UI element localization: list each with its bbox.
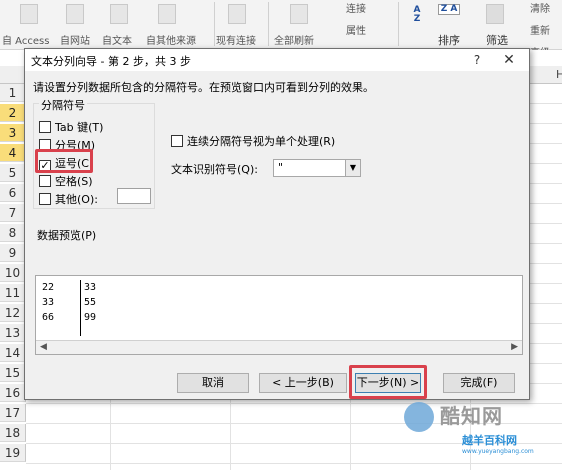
watermark-site: 越羊百科网 [462, 434, 517, 447]
ribbon-existing-connections[interactable]: 现有连接 [216, 32, 256, 47]
chevron-down-icon[interactable]: ▼ [345, 160, 360, 176]
row-header[interactable]: 5 [0, 164, 26, 182]
gridline [26, 463, 562, 464]
dialog-title: 文本分列向导 - 第 2 步，共 3 步 [31, 55, 191, 68]
checkbox-consecutive[interactable] [171, 135, 183, 147]
ribbon-toolbar: 自 Access 自网站 自文本 自其他来源 现有连接 全部刷新 连接 属性 A… [0, 0, 562, 59]
ribbon-from-access[interactable]: 自 Access [2, 32, 49, 47]
sort-ascending-icon[interactable]: A Z [410, 6, 424, 24]
ribbon-from-text[interactable]: 自文本 [102, 32, 132, 47]
existing-connections-icon[interactable] [228, 4, 246, 24]
ribbon-reapply[interactable]: 重新 [530, 22, 550, 37]
cancel-button[interactable]: 取消 [177, 373, 249, 393]
row-header[interactable]: 7 [0, 204, 26, 222]
close-button[interactable]: ✕ [497, 52, 521, 69]
dialog-instruction: 请设置分列数据所包含的分隔符号。在预览窗口内可看到分列的效果。 [33, 81, 374, 94]
refresh-all-icon[interactable] [290, 4, 308, 24]
dialog-titlebar: 文本分列向导 - 第 2 步，共 3 步 ? ✕ [25, 49, 529, 71]
ribbon-properties[interactable]: 属性 [346, 22, 366, 37]
row-header[interactable]: 9 [0, 244, 26, 262]
text-to-columns-wizard: 文本分列向导 - 第 2 步，共 3 步 ? ✕ 请设置分列数据所包含的分隔符号… [24, 48, 530, 400]
row-header[interactable]: 11 [0, 284, 26, 302]
sort-descending-icon[interactable]: Z A [438, 4, 460, 15]
column-header-h[interactable]: H [556, 68, 562, 81]
delimiter-tab[interactable]: Tab 键(T) [39, 119, 103, 135]
scroll-right-icon[interactable]: ▶ [511, 342, 518, 352]
row-header[interactable]: 3 [0, 124, 26, 142]
delimiter-space[interactable]: 空格(S) [39, 173, 93, 189]
ribbon-filter[interactable]: 筛选 [486, 32, 508, 48]
filter-icon[interactable] [486, 4, 504, 24]
help-button[interactable]: ? [467, 52, 487, 69]
row-header[interactable]: 4 [0, 144, 26, 162]
ribbon-sort[interactable]: 排序 [438, 32, 460, 48]
highlight-comma [35, 149, 93, 173]
row-header[interactable]: 8 [0, 224, 26, 242]
row-header[interactable]: 2 [0, 104, 26, 122]
row-header[interactable]: 1 [0, 84, 26, 102]
row-header[interactable]: 16 [0, 384, 26, 402]
data-preview[interactable]: 22 33 33 55 66 99 ◀ ▶ [35, 275, 523, 355]
preview-cell: 99 [84, 312, 97, 323]
preview-cell: 66 [42, 312, 55, 323]
preview-cell: 33 [84, 282, 97, 293]
preview-cell: 22 [42, 282, 55, 293]
finish-button[interactable]: 完成(F) [443, 373, 515, 393]
checkbox-other[interactable] [39, 193, 51, 205]
ribbon-other-sources[interactable]: 自其他来源 [146, 32, 196, 47]
delimiter-legend: 分隔符号 [39, 97, 87, 113]
highlight-next [349, 365, 427, 399]
text-qualifier-label: 文本识别符号(Q): [171, 163, 258, 176]
delimiter-other[interactable]: 其他(O): [39, 191, 98, 207]
text-qualifier-value: " [278, 161, 284, 174]
text-qualifier-select[interactable]: " ▼ [273, 159, 361, 177]
ribbon-refresh-all[interactable]: 全部刷新 [274, 32, 314, 47]
ribbon-connections[interactable]: 连接 [346, 0, 366, 15]
checkbox-space[interactable] [39, 175, 51, 187]
row-header[interactable]: 12 [0, 304, 26, 322]
row-header[interactable]: 10 [0, 264, 26, 282]
row-header[interactable]: 14 [0, 344, 26, 362]
row-header[interactable]: 18 [0, 424, 26, 442]
watermark-logo-icon [404, 402, 434, 432]
watermark-brand: 酷知网 [440, 404, 503, 428]
consecutive-delimiters[interactable]: 连续分隔符号视为单个处理(R) [171, 133, 335, 149]
preview-scrollbar[interactable]: ◀ ▶ [36, 340, 522, 354]
preview-cell: 33 [42, 297, 55, 308]
watermark: 酷知网 越羊百科网 www.yueyangbang.com [404, 398, 554, 460]
column-break-line[interactable] [80, 280, 81, 336]
back-button[interactable]: < 上一步(B) [259, 373, 347, 393]
checkbox-tab[interactable] [39, 121, 51, 133]
scroll-left-icon[interactable]: ◀ [40, 342, 47, 352]
text-file-icon[interactable] [110, 4, 128, 24]
row-header[interactable]: 6 [0, 184, 26, 202]
row-header[interactable]: 13 [0, 324, 26, 342]
watermark-url: www.yueyangbang.com [462, 448, 534, 455]
preview-label: 数据预览(P) [37, 229, 97, 242]
row-header[interactable]: 19 [0, 444, 26, 462]
other-sources-icon[interactable] [158, 4, 176, 24]
row-header[interactable]: 15 [0, 364, 26, 382]
ribbon-clear[interactable]: 清除 [530, 0, 550, 15]
preview-cell: 55 [84, 297, 97, 308]
ribbon-from-web[interactable]: 自网站 [60, 32, 90, 47]
web-icon[interactable] [66, 4, 84, 24]
row-header[interactable]: 17 [0, 404, 26, 422]
access-icon[interactable] [20, 4, 38, 24]
other-delimiter-input[interactable] [117, 188, 151, 204]
